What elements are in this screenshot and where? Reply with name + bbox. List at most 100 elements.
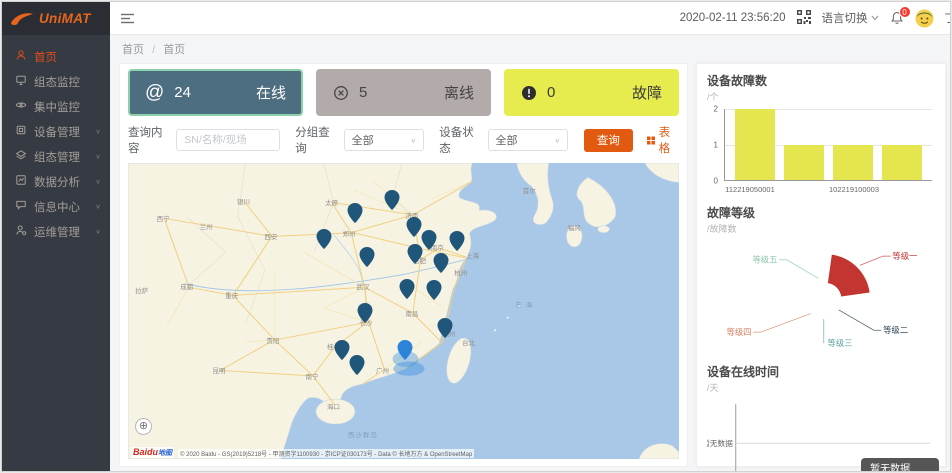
map-pin[interactable] xyxy=(357,303,372,328)
sidebar-item-label: 设备管理 xyxy=(34,124,80,140)
status-card-offline[interactable]: 5离线 xyxy=(316,69,491,116)
query-button[interactable]: 查询 xyxy=(584,129,632,152)
search-label: 查询内容 xyxy=(128,124,169,156)
sidebar: UniMAT 首页组态监控集中监控设备管理∨组态管理∨数据分析∨ 信息中心 ∨ 运维管… xyxy=(2,2,110,471)
map-pin[interactable] xyxy=(348,203,363,228)
dashboard-left-panel: @24在线5离线0故障 查询内容 分组查询 全部 ∨ 设备状态 全部 ∨ xyxy=(119,63,688,467)
bar-y-tick: 1 xyxy=(714,141,718,150)
map-attribution: © 2020 Baidu - GS(2019)5218号 - 甲测资字11009… xyxy=(178,449,474,458)
online-time-line-chart[interactable]: 暂无数据 暂无数据 在线时间: - xyxy=(707,396,935,472)
sidebar-item-device[interactable]: 设备管理∨ xyxy=(2,119,110,144)
status-select[interactable]: 全部 ∨ xyxy=(488,129,569,151)
china-map[interactable]: 银川太原济南西宁兰州郑州西安南京上海合肥杭州成都武汉重庆拉萨南昌长沙福州贵阳桂林… xyxy=(128,163,679,459)
bar-device-2[interactable] xyxy=(784,145,824,181)
bar-device-4[interactable] xyxy=(882,145,922,181)
map-pin[interactable] xyxy=(437,318,452,343)
charts-panel: 设备故障数 /个 210 112219050001102219100003 xyxy=(696,63,946,467)
map-pin[interactable] xyxy=(422,230,437,255)
eye-icon xyxy=(15,99,27,114)
pie-leader-line xyxy=(779,260,818,279)
status-label: 设备状态 xyxy=(439,124,480,156)
device-faults-bar-chart[interactable]: 210 112219050001102219100003 xyxy=(707,105,935,195)
pie-label: 等级一 xyxy=(892,251,917,261)
bar-y-tick: 0 xyxy=(714,177,718,186)
map-pin[interactable] xyxy=(406,217,421,242)
chevron-down-icon: ∨ xyxy=(95,203,101,210)
topbar: 2020-02-11 23:56:20 语言切换 xyxy=(110,2,950,35)
map-pin[interactable] xyxy=(433,253,448,278)
bar-y-tick: 2 xyxy=(714,105,718,114)
brand-name: UniMAT xyxy=(39,11,91,26)
chevron-down-icon xyxy=(871,15,879,21)
pie-label: 等级三 xyxy=(827,338,852,348)
map-pin-selected[interactable] xyxy=(398,340,413,365)
status-card-online[interactable]: @24在线 xyxy=(128,69,303,116)
sidebar-item-user[interactable]: 首页 xyxy=(2,44,110,69)
bar-112219050001[interactable] xyxy=(735,109,775,180)
bar-102219100003[interactable] xyxy=(833,145,873,181)
status-card-fault[interactable]: 0故障 xyxy=(504,69,679,116)
fault-level-pie-chart[interactable]: 等级一等级二等级三等级四等级五 xyxy=(707,237,935,353)
grid-icon xyxy=(647,136,655,145)
map-pin[interactable] xyxy=(384,190,399,215)
sidebar-item-label: 信息中心 xyxy=(34,199,80,215)
sidebar-item-monitor[interactable]: 组态监控 xyxy=(2,69,110,94)
bar-x-tick: 102219100003 xyxy=(828,183,880,195)
map-pin[interactable] xyxy=(350,355,365,380)
avatar-icon xyxy=(915,9,934,28)
bar-x-tick: 112219050001 xyxy=(724,183,776,195)
qr-code-icon[interactable] xyxy=(797,10,811,27)
chart-unit-online-time: /天 xyxy=(707,381,935,394)
datetime: 2020-02-11 23:56:20 xyxy=(680,12,786,24)
sidebar-item-label: 数据分析 xyxy=(34,174,80,190)
breadcrumb-item-home[interactable]: 首页 xyxy=(122,44,144,56)
status-card-label: 故障 xyxy=(632,82,662,103)
status-card-value: 5 xyxy=(359,84,367,101)
bar-y-axis: 210 xyxy=(707,109,721,181)
bar-x-axis: 112219050001 102219100003 xyxy=(724,183,932,195)
user-avatar[interactable] xyxy=(915,9,934,28)
map-locate-control[interactable]: ⊕ xyxy=(135,418,152,435)
sidebar-item-operations[interactable]: 运维管理∨ xyxy=(2,219,110,244)
language-switch[interactable]: 语言切换 xyxy=(822,10,879,26)
map-pin[interactable] xyxy=(359,247,374,272)
sidebar-item-label: 组态监控 xyxy=(34,74,80,90)
breadcrumb: 首页 / 首页 xyxy=(122,41,946,57)
group-select[interactable]: 全部 ∨ xyxy=(344,129,425,151)
sidebar-item-message[interactable]: 信息中心 ∨ xyxy=(2,194,110,219)
sidebar-item-label: 运维管理 xyxy=(34,224,80,240)
sidebar-item-label: 首页 xyxy=(34,49,57,65)
chart-unit-fault-level: /故障数 xyxy=(707,222,935,235)
pie-label: 等级二 xyxy=(883,325,908,335)
language-switch-label: 语言切换 xyxy=(822,10,868,26)
notification-bell[interactable]: 0 xyxy=(890,11,904,26)
chevron-down-icon: ∨ xyxy=(410,136,416,143)
at-icon: @ xyxy=(145,83,164,102)
map-tiles xyxy=(128,163,679,459)
chart-title-device-faults: 设备故障数 xyxy=(707,72,935,89)
sidebar-item-eye[interactable]: 集中监控 xyxy=(2,94,110,119)
breadcrumb-item-current: 首页 xyxy=(163,44,185,56)
map-pin[interactable] xyxy=(449,231,464,256)
no-data-axis-label: 暂无数据 xyxy=(707,438,733,448)
map-pin[interactable] xyxy=(407,244,422,269)
sidebar-item-analytics[interactable]: 数据分析∨ xyxy=(2,169,110,194)
map-pin[interactable] xyxy=(335,340,350,365)
search-input[interactable] xyxy=(176,129,280,151)
map-pin[interactable] xyxy=(399,279,414,304)
monitor-icon xyxy=(15,74,27,89)
baidu-logo[interactable]: Baidu地图 xyxy=(131,447,174,458)
topbar-right: 2020-02-11 23:56:20 语言切换 xyxy=(680,9,951,28)
table-view-link[interactable]: 表格 xyxy=(647,124,679,156)
bar-x-tick xyxy=(776,183,828,195)
pie-leader-line xyxy=(860,256,891,265)
brand-logo[interactable]: UniMAT xyxy=(2,2,110,35)
map-pin[interactable] xyxy=(427,280,442,305)
online-time-chart-section: 设备在线时间 /天 暂无数据 暂无数据 xyxy=(707,362,935,472)
main-area: 2020-02-11 23:56:20 语言切换 xyxy=(110,2,950,471)
map-pin[interactable] xyxy=(316,229,331,254)
sidebar-item-layers[interactable]: 组态管理∨ xyxy=(2,144,110,169)
user-name[interactable]: 丁 xyxy=(945,10,952,26)
table-link-label: 表格 xyxy=(659,124,679,156)
collapse-menu-icon[interactable] xyxy=(120,12,135,25)
